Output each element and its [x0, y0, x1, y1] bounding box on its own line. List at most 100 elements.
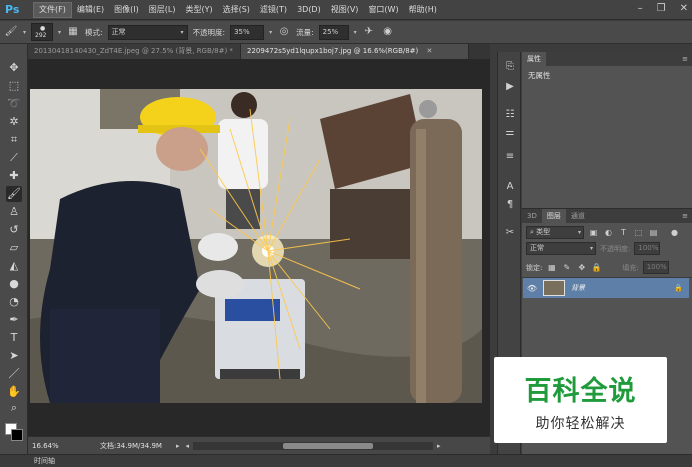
hand-tool-icon[interactable]: ✋ — [6, 384, 22, 400]
filter-adjustment-icon[interactable]: ◐ — [603, 228, 614, 237]
filter-pixel-icon[interactable]: ▣ — [588, 228, 599, 237]
panel-menu-icon[interactable]: ≡ — [682, 212, 688, 220]
type-tool-icon[interactable]: T — [6, 330, 22, 346]
dodge-tool-icon[interactable]: ◔ — [6, 294, 22, 310]
info-menu-arrow-icon[interactable]: ▸ — [176, 442, 180, 450]
timeline-tab[interactable]: 时间轴 — [34, 456, 55, 466]
scroll-right-icon[interactable]: ▸ — [437, 442, 441, 450]
close-icon[interactable]: ✕ — [427, 47, 433, 55]
pen-tool-icon[interactable]: ✒ — [6, 312, 22, 328]
brush-preset-dropdown-icon[interactable]: ▾ — [58, 29, 61, 36]
layer-item-background[interactable]: 👁 背景 🔒 — [523, 278, 689, 298]
flow-dropdown-icon[interactable]: ▾ — [354, 29, 357, 36]
menu-3d[interactable]: 3D(D) — [292, 3, 326, 17]
zoom-tool-icon[interactable]: ⌕ — [6, 400, 22, 416]
document-info[interactable]: 文档:34.9M/34.9M — [100, 441, 162, 451]
lock-position-icon[interactable]: ✥ — [576, 263, 587, 272]
tab-channels[interactable]: 通道 — [566, 209, 590, 223]
options-bar: 🖌 ▾ ● 292 ▾ ▦ 模式: 正常 ▾ 不透明度: 35% ▾ ◎ 流量:… — [0, 21, 692, 44]
tool-preset-dropdown-icon[interactable]: ▾ — [23, 29, 26, 36]
menu-file[interactable]: 文件(F) — [33, 1, 72, 18]
eyedropper-icon[interactable]: ⟋ — [6, 150, 22, 166]
tab-document-1[interactable]: 20130418140430_ZdT4E.jpeg @ 27.5% (背景, R… — [28, 44, 241, 59]
lock-transparent-icon[interactable]: ▦ — [546, 263, 557, 272]
menu-window[interactable]: 窗口(W) — [363, 3, 403, 17]
menu-view[interactable]: 视图(V) — [326, 3, 364, 17]
tab-properties[interactable]: 属性 — [522, 52, 546, 66]
filter-shape-icon[interactable]: ⬚ — [633, 228, 644, 237]
properties-tabs: 属性 ≡ — [522, 52, 692, 66]
blend-row: 正常 ▾ 不透明度: 100% — [522, 242, 692, 255]
pressure-size-icon[interactable]: ◉ — [381, 25, 395, 39]
scrollbar-thumb[interactable] — [283, 442, 373, 449]
scroll-left-icon[interactable]: ◂ — [185, 442, 189, 450]
watermark: 百科全说 助你轻松解决 — [494, 357, 667, 443]
layer-comps-icon[interactable]: ≡ — [502, 150, 518, 164]
opacity-field[interactable]: 35% — [230, 24, 265, 40]
layer-filter-select[interactable]: ⌕ 类型 ▾ — [526, 226, 584, 239]
brush-tool-icon[interactable]: 🖌 — [6, 186, 22, 202]
pressure-opacity-icon[interactable]: ◎ — [277, 25, 291, 39]
eraser-tool-icon[interactable]: ▱ — [6, 240, 22, 256]
restore-icon[interactable]: ❐ — [657, 2, 666, 16]
minimize-icon[interactable]: – — [638, 2, 643, 16]
lock-icon: 🔒 — [674, 284, 683, 292]
adjustments-panel-icon[interactable]: ☷ — [502, 108, 518, 122]
tab-label: 2209472s5yd1lqupx1boj7.jpg @ 16.6%(RGB/8… — [247, 47, 419, 55]
move-tool-icon[interactable]: ✥ — [6, 60, 22, 76]
marquee-tool-icon[interactable]: ⬚ — [6, 78, 22, 94]
visibility-eye-icon[interactable]: 👁 — [523, 284, 541, 293]
blend-mode-value: 正常 — [530, 244, 544, 252]
crop-tool-icon[interactable]: ⌗ — [6, 132, 22, 148]
tool-presets-icon[interactable]: ✂ — [502, 226, 518, 240]
fill-field[interactable]: 100% — [642, 261, 669, 274]
blur-tool-icon[interactable]: ● — [6, 276, 22, 292]
timeline-bar: 时间轴 — [0, 454, 692, 467]
magic-wand-icon[interactable]: ✲ — [6, 114, 22, 130]
brush-preset-picker[interactable]: ● 292 — [31, 23, 54, 41]
mode-select[interactable]: 正常 ▾ — [107, 24, 188, 40]
brush-panel-icon[interactable]: ▦ — [66, 25, 80, 39]
line-tool-icon[interactable]: ／ — [6, 366, 22, 382]
menu-image[interactable]: 图像(I) — [109, 3, 144, 17]
history-brush-icon[interactable]: ↺ — [6, 222, 22, 238]
menu-edit[interactable]: 编辑(E) — [72, 3, 109, 17]
filter-smart-object-icon[interactable]: ▤ — [648, 228, 659, 237]
zoom-level[interactable]: 16.64% — [32, 442, 70, 450]
layers-tabs: 3D 图层 通道 ≡ — [522, 209, 692, 223]
lasso-tool-icon[interactable]: ➰ — [6, 96, 22, 112]
stamp-tool-icon[interactable]: ♙ — [6, 204, 22, 220]
close-icon[interactable]: ✕ — [680, 2, 688, 16]
menu-select[interactable]: 选择(S) — [218, 3, 255, 17]
menu-layer[interactable]: 图层(L) — [144, 3, 181, 17]
panel-menu-icon[interactable]: ≡ — [682, 55, 688, 63]
document-canvas[interactable] — [30, 89, 482, 403]
filter-toggle-icon[interactable]: ● — [669, 228, 680, 237]
character-panel-icon[interactable]: A — [502, 180, 518, 194]
horizontal-scrollbar[interactable] — [193, 441, 433, 450]
flow-field[interactable]: 25% — [318, 24, 349, 40]
tab-layers[interactable]: 图层 — [541, 209, 566, 223]
layer-filter-value: 类型 — [536, 228, 551, 236]
healing-brush-icon[interactable]: ✚ — [6, 168, 22, 184]
airbrush-icon[interactable]: ✈ — [362, 25, 376, 39]
menu-help[interactable]: 帮助(H) — [404, 3, 442, 17]
tab-document-2[interactable]: 2209472s5yd1lqupx1boj7.jpg @ 16.6%(RGB/8… — [241, 44, 469, 59]
menu-filter[interactable]: 滤镜(T) — [255, 3, 292, 17]
opacity-dropdown-icon[interactable]: ▾ — [269, 29, 272, 36]
paragraph-panel-icon[interactable]: ¶ — [502, 198, 518, 212]
filter-type-icon[interactable]: T — [618, 228, 629, 237]
lock-all-icon[interactable]: 🔒 — [591, 263, 602, 272]
paint-bucket-icon[interactable]: ◭ — [6, 258, 22, 274]
path-select-icon[interactable]: ➤ — [6, 348, 22, 364]
menu-type[interactable]: 类型(Y) — [180, 3, 217, 17]
background-color-swatch[interactable] — [11, 429, 23, 441]
swatches-panel-icon[interactable]: ⚌ — [502, 126, 518, 140]
layer-opacity-field[interactable]: 100% — [634, 242, 661, 255]
tab-3d[interactable]: 3D — [522, 209, 542, 223]
lock-pixels-icon[interactable]: ✎ — [561, 263, 572, 272]
blend-mode-select[interactable]: 正常 ▾ — [526, 242, 596, 255]
actions-panel-icon[interactable]: ▶ — [502, 80, 518, 94]
history-panel-icon[interactable]: ⎘ — [502, 60, 518, 74]
brush-tool-icon[interactable]: 🖌 — [4, 25, 18, 39]
